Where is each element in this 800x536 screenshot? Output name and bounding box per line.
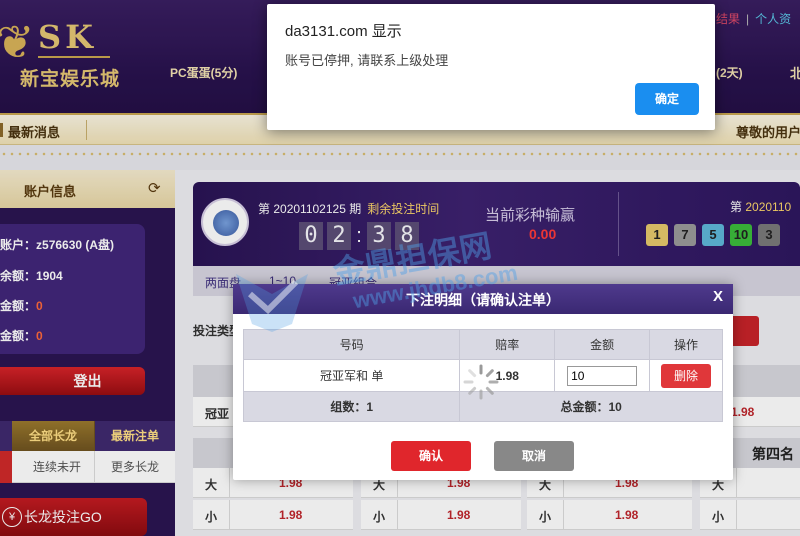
- alert-title: da3131.com 显示: [285, 23, 402, 40]
- delete-button[interactable]: 删除: [661, 363, 712, 388]
- bet-confirm-dialog: 下注明细（请确认注单） X 号码 赔率 金额 操作 冠亚军和 单 1.98 删除…: [233, 284, 733, 480]
- bet-number: 冠亚军和 单: [242, 359, 461, 392]
- group-count: 组数：1: [242, 391, 461, 422]
- cancel-button[interactable]: 取消: [494, 441, 574, 471]
- bet-amount-input[interactable]: [567, 365, 638, 386]
- close-icon[interactable]: X: [713, 288, 723, 305]
- alert-message: 账号已停押, 请联系上级处理: [285, 53, 449, 68]
- col-action: 操作: [649, 329, 723, 360]
- loading-spinner-icon: [463, 364, 499, 400]
- dialog-title: 下注明细（请确认注单）: [406, 292, 560, 308]
- browser-alert-dialog: da3131.com 显示 账号已停押, 请联系上级处理 确定: [267, 4, 715, 130]
- confirm-button[interactable]: 确认: [391, 441, 471, 471]
- col-number: 号码: [242, 329, 461, 360]
- col-amount: 金额: [554, 329, 651, 360]
- dialog-header: 下注明细（请确认注单） X: [233, 284, 733, 314]
- col-odds: 赔率: [459, 329, 556, 360]
- alert-ok-button[interactable]: 确定: [635, 83, 699, 115]
